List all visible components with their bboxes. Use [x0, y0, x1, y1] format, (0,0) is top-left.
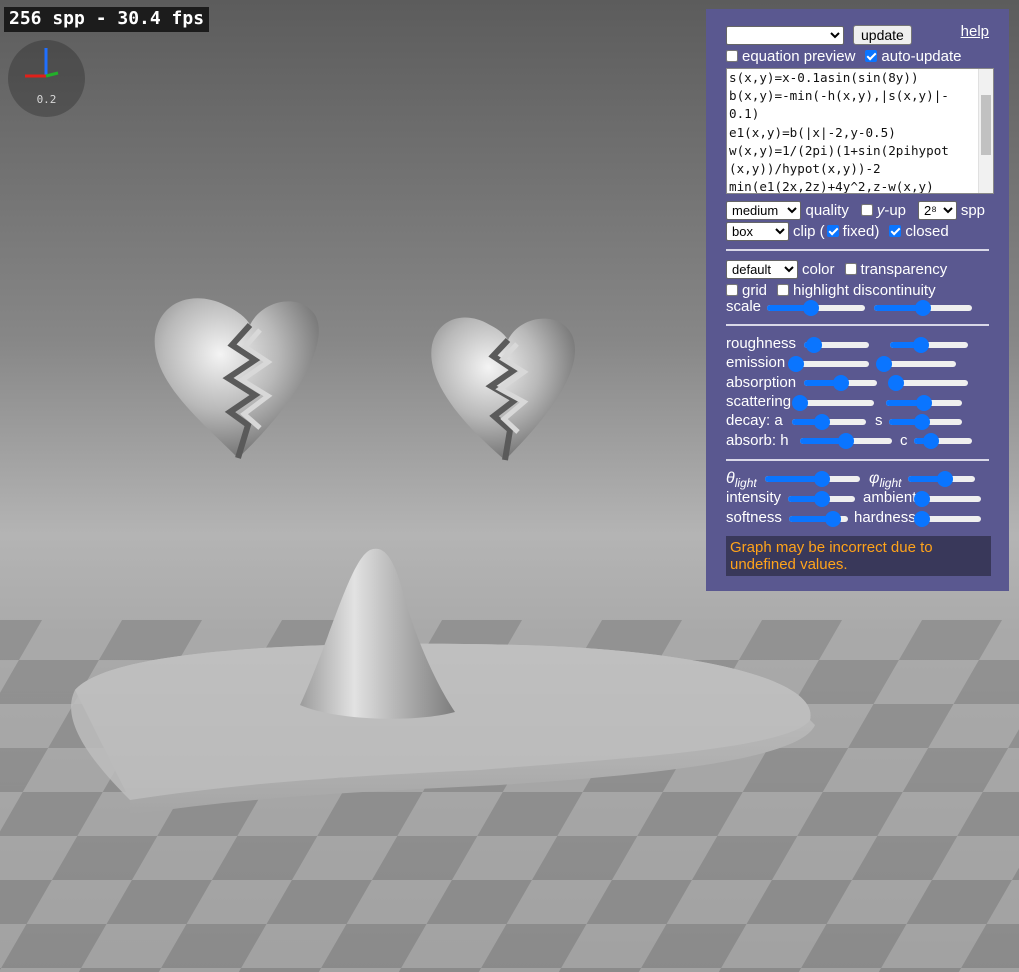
ambient-slider[interactable] [914, 491, 981, 507]
stats-overlay: 256 spp - 30.4 fps [4, 7, 210, 32]
equation-line: min(e1(2x,2z)+4y^2,z-w(x,y) [729, 179, 934, 194]
color-select[interactable]: default [726, 259, 798, 279]
color-label: color [802, 260, 835, 278]
equation-preview-checkbox[interactable] [726, 50, 738, 62]
editor-scroll-thumb[interactable] [981, 95, 991, 155]
auto-update-checkbox[interactable] [865, 50, 878, 62]
y-axis-line [45, 71, 59, 78]
preset-select[interactable] [726, 25, 844, 45]
phi-symbol: φ [869, 470, 880, 487]
scattering-slider-2[interactable] [886, 395, 962, 411]
transparency-checkbox[interactable] [844, 263, 857, 275]
auto-update-label: auto-update [881, 47, 962, 65]
decay-a-label: decay: a [726, 412, 783, 429]
axis-gizmo[interactable]: 0.2 [8, 40, 85, 117]
roughness-slider-2[interactable] [890, 337, 968, 353]
highlight-discontinuity-label: highlight discontinuity [793, 281, 936, 299]
equation-line: w(x,y)=1/(2pi)(1+sin(2pihypot [729, 142, 949, 158]
equation-line: e1(x,y)=b(|x|-2,y-0.5) [729, 124, 896, 140]
quality-select[interactable]: medium [726, 200, 802, 220]
phi-light-label: φlight [869, 470, 901, 490]
y-up-label: y-up [877, 202, 906, 219]
equation-line: 0.1) [729, 106, 760, 122]
hardness-slider[interactable] [914, 511, 981, 527]
ambient-label: ambient [863, 489, 917, 506]
roughness-slider-1[interactable] [804, 337, 869, 353]
absorption-label: absorption [726, 374, 797, 391]
clip-select[interactable]: box [726, 221, 789, 241]
softness-slider[interactable] [789, 511, 848, 527]
equation-preview-label: equation preview [742, 47, 856, 65]
emission-label: emission [726, 354, 786, 371]
equation-line: (x,y))/hypot(x,y))-2 [729, 161, 881, 177]
y-up-checkbox[interactable] [860, 204, 873, 216]
decay-a-slider[interactable] [792, 414, 866, 430]
intensity-slider[interactable] [788, 491, 855, 507]
axis-scale-label: 0.2 [36, 93, 57, 106]
scattering-slider-1[interactable] [792, 395, 874, 411]
clip-closed-checkbox[interactable] [889, 225, 902, 237]
update-button[interactable]: update [853, 25, 912, 45]
separator [726, 459, 989, 461]
grid-checkbox[interactable] [726, 284, 738, 296]
theta-light-label: θlight [726, 470, 757, 490]
scale-slider-2[interactable] [874, 300, 972, 316]
warning-message: Graph may be incorrect due to undefined … [726, 536, 991, 576]
y-up-label-rest: -up [884, 201, 907, 219]
spp-select[interactable]: 2⁸ [918, 200, 957, 220]
absorption-slider-1[interactable] [804, 375, 877, 391]
scale-slider-1[interactable] [767, 300, 865, 316]
absorb-h-label: absorb: h [726, 432, 789, 449]
help-link[interactable]: help [961, 23, 989, 40]
control-panel: update help equation preview auto-update… [706, 9, 1009, 591]
scattering-label: scattering [726, 393, 792, 410]
emission-slider-2[interactable] [876, 356, 956, 372]
absorb-c-label: c [900, 432, 908, 449]
separator [726, 324, 989, 326]
equation-text: s(x,y)=x-0.1asin(sin(8y)) b(x,y)=-min(-h(… [729, 69, 977, 194]
spp-label: spp [960, 201, 985, 219]
decay-s-slider[interactable] [889, 414, 962, 430]
hardness-label: hardness [854, 509, 916, 526]
theta-symbol: θ [726, 470, 735, 487]
intensity-label: intensity [726, 489, 782, 506]
separator [726, 249, 989, 251]
equation-line: b(x,y)=-min(-h(x,y),|s(x,y)|- [729, 88, 949, 104]
quality-label: quality [805, 201, 849, 219]
clip-label: clip ( [793, 222, 825, 240]
absorb-h-slider[interactable] [800, 433, 892, 449]
decay-s-label: s [875, 412, 883, 429]
absorb-c-slider[interactable] [914, 433, 972, 449]
transparency-label: transparency [860, 260, 948, 278]
clip-fixed-label: fixed) [842, 222, 880, 240]
absorption-slider-2[interactable] [888, 375, 968, 391]
equation-editor[interactable]: s(x,y)=x-0.1asin(sin(8y)) b(x,y)=-min(-h(… [726, 68, 994, 194]
equation-line: s(x,y)=x-0.1asin(sin(8y)) [729, 70, 919, 85]
clip-fixed-checkbox[interactable] [826, 225, 839, 237]
theta-light-slider[interactable] [765, 471, 860, 487]
emission-slider-1[interactable] [788, 356, 869, 372]
editor-scrollbar[interactable] [978, 69, 993, 193]
clip-closed-label: closed [905, 222, 949, 240]
roughness-label: roughness [726, 335, 797, 352]
softness-label: softness [726, 509, 782, 526]
scale-label: scale [726, 298, 762, 315]
phi-light-slider[interactable] [908, 471, 975, 487]
highlight-discontinuity-checkbox[interactable] [777, 284, 790, 296]
grid-label: grid [742, 281, 768, 299]
